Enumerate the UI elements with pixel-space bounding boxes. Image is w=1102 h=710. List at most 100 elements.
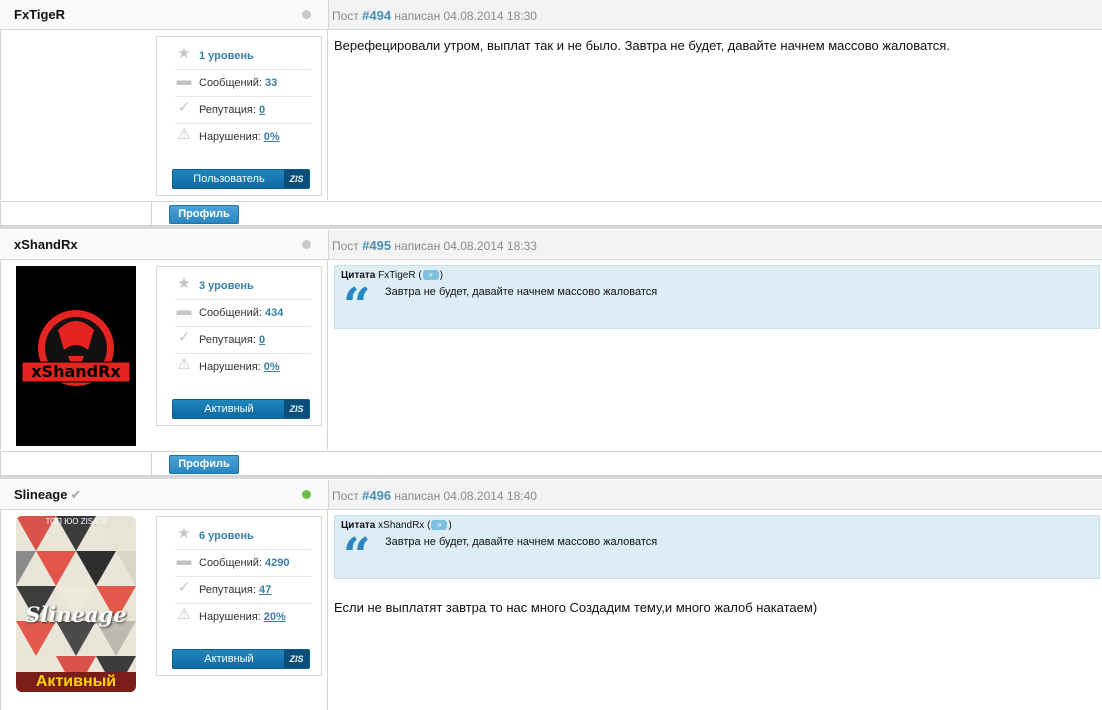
author-name-text: Slineage — [14, 487, 68, 502]
author-name[interactable]: FxTigeR — [14, 7, 65, 22]
group-label: Пользователь — [193, 173, 265, 185]
quote-block: Цитата xShandRx (») “ Завтра не будет, д… — [334, 515, 1100, 584]
violations-label: Нарушения: — [199, 361, 261, 373]
avatar[interactable]: xShandRx — [16, 266, 136, 446]
avatar-top-text: ТОП ЮО ZIS/7.0 — [45, 517, 107, 526]
warning-icon: ⚠ — [177, 126, 191, 143]
messages-label: Сообщений: — [199, 557, 262, 569]
level-row: ★ 6 уровень — [175, 523, 311, 550]
profile-button[interactable]: Профиль — [169, 455, 239, 474]
messages-row: ▬ Сообщений: 434 — [175, 300, 311, 327]
speech-bubble-icon: ▬ — [176, 72, 192, 89]
user-stats: ★ 1 уровень ▬ Сообщений: 33 ✓ Репутация:… — [156, 36, 322, 196]
level-row: ★ 1 уровень — [175, 43, 311, 70]
post-message: Верефецировали утром, выплат так и не бы… — [334, 38, 950, 53]
group-tag: ZIS — [284, 650, 309, 668]
user-group-badge[interactable]: Активный ZIS — [172, 399, 310, 419]
offline-status-icon — [302, 10, 311, 19]
post-number-link[interactable]: #495 — [362, 238, 391, 253]
user-stats: ★ 3 уровень ▬ Сообщений: 434 ✓ Репутация… — [156, 266, 322, 426]
checkmark-icon: ✓ — [177, 329, 191, 346]
user-level[interactable]: 1 уровень — [199, 50, 254, 62]
user-group-badge[interactable]: Пользователь ZIS — [172, 169, 310, 189]
quote-block: Цитата FxTigeR (») “ Завтра не будет, да… — [334, 265, 1100, 330]
avatar-bottom-text: Активный — [35, 673, 117, 690]
online-status-icon — [302, 490, 311, 499]
post-header: FxTigeR Пост #494 написан 04.08.2014 18:… — [0, 0, 1102, 30]
quote-mark-icon: “ — [343, 528, 371, 584]
messages-count: 434 — [265, 307, 284, 319]
speech-bubble-icon: ▬ — [176, 302, 192, 319]
reputation-row: ✓ Репутация: 47 — [175, 577, 311, 604]
reputation-row: ✓ Репутация: 0 — [175, 327, 311, 354]
messages-label: Сообщений: — [199, 77, 262, 89]
quote-author: xShandRx — [378, 520, 425, 531]
messages-label: Сообщений: — [199, 307, 262, 319]
star-icon: ★ — [177, 45, 191, 62]
post-header: xShandRx Пост #495 написан 04.08.2014 18… — [0, 230, 1102, 260]
reputation-link[interactable]: 0 — [259, 104, 265, 116]
warning-icon: ⚠ — [177, 356, 191, 373]
checkmark-icon: ✓ — [177, 579, 191, 596]
post-number-link[interactable]: #494 — [362, 8, 391, 23]
post-footer: Профиль — [0, 201, 1102, 226]
group-tag: ZIS — [284, 400, 309, 418]
post-label: Пост — [332, 9, 359, 23]
quote-text: Завтра не будет, давайте начнем массово … — [385, 536, 658, 548]
avatar-image — [16, 266, 136, 446]
post-meta: Пост #496 написан 04.08.2014 18:40 — [332, 488, 537, 503]
post-label: Пост — [332, 239, 359, 253]
violations-row: ⚠ Нарушения: 0% — [175, 354, 311, 380]
avatar[interactable]: ТОП ЮО ZIS/7.0 Slineage Активный — [16, 516, 136, 692]
post-footer: Профиль — [0, 451, 1102, 476]
user-group-badge[interactable]: Активный ZIS — [172, 649, 310, 669]
star-icon: ★ — [177, 525, 191, 542]
reputation-label: Репутация: — [199, 584, 256, 596]
violations-row: ⚠ Нарушения: 0% — [175, 124, 311, 150]
avatar-name-text: Slineage — [25, 602, 127, 627]
author-name[interactable]: xShandRx — [14, 237, 78, 252]
offline-status-icon — [302, 240, 311, 249]
go-to-quote-icon[interactable]: » — [431, 520, 448, 531]
author-cell: xShandRx — [0, 230, 329, 259]
avatar-caption: xShandRx — [31, 362, 121, 381]
reputation-link[interactable]: 0 — [259, 334, 265, 346]
quote-author: FxTigeR — [378, 270, 416, 281]
quote-text: Завтра не будет, давайте начнем массово … — [385, 286, 658, 298]
group-label: Активный — [204, 653, 254, 665]
violations-label: Нарушения: — [199, 131, 261, 143]
footer-left-cell — [0, 202, 152, 225]
post-meta: Пост #494 написан 04.08.2014 18:30 — [332, 8, 537, 23]
reputation-row: ✓ Репутация: 0 — [175, 97, 311, 124]
footer-left-cell — [0, 452, 152, 475]
user-level[interactable]: 3 уровень — [199, 280, 254, 292]
post-separator — [0, 476, 1102, 479]
violations-link[interactable]: 0% — [264, 361, 280, 373]
verified-check-icon: ✔ — [70, 487, 82, 502]
violations-link[interactable]: 0% — [264, 131, 280, 143]
user-level[interactable]: 6 уровень — [199, 530, 254, 542]
user-stats: ★ 6 уровень ▬ Сообщений: 4290 ✓ Репутаци… — [156, 516, 322, 676]
messages-row: ▬ Сообщений: 4290 — [175, 550, 311, 577]
post-date: написан 04.08.2014 18:40 — [394, 489, 537, 503]
author-cell: Slineage ✔ — [0, 480, 329, 509]
reputation-label: Репутация: — [199, 334, 256, 346]
violations-row: ⚠ Нарушения: 20% — [175, 604, 311, 630]
post-date: написан 04.08.2014 18:30 — [394, 9, 537, 23]
post-message: Если не выплатят завтра то нас много Соз… — [334, 600, 818, 615]
post-number-link[interactable]: #496 — [362, 488, 391, 503]
author-cell: FxTigeR — [0, 0, 329, 29]
group-tag: ZIS — [284, 170, 309, 188]
checkmark-icon: ✓ — [177, 99, 191, 116]
author-name[interactable]: Slineage ✔ — [14, 487, 81, 503]
go-to-quote-icon[interactable]: » — [422, 270, 439, 281]
post-separator — [0, 226, 1102, 229]
violations-link[interactable]: 20% — [264, 611, 286, 623]
profile-button[interactable]: Профиль — [169, 205, 239, 224]
post-label: Пост — [332, 489, 359, 503]
violations-label: Нарушения: — [199, 611, 261, 623]
post-meta: Пост #495 написан 04.08.2014 18:33 — [332, 238, 537, 253]
post-date: написан 04.08.2014 18:33 — [394, 239, 537, 253]
group-label: Активный — [204, 403, 254, 415]
reputation-link[interactable]: 47 — [259, 584, 271, 596]
